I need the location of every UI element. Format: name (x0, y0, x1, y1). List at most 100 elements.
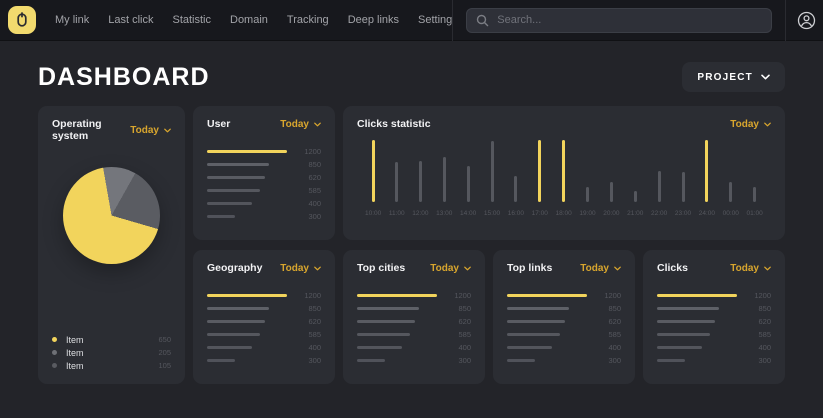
bar-value: 400 (593, 343, 621, 352)
top-links-bar-chart: 1200 850 620 585 400 300 (507, 291, 621, 364)
bar (657, 359, 685, 362)
bar (207, 294, 287, 297)
bar-row: 400 (207, 199, 321, 207)
bar (467, 166, 470, 202)
chevron-down-icon (764, 266, 771, 271)
bar (357, 346, 402, 349)
bar-value: 300 (293, 212, 321, 221)
bar-value: 585 (443, 330, 471, 339)
bar-row: 300 (207, 356, 321, 364)
bar (658, 171, 661, 202)
bar (507, 333, 560, 336)
card-title: Clicks statistic (357, 118, 431, 130)
main-menu: My link Last click Statistic Domain Tracking… (55, 14, 452, 26)
time-label: 20:00 (603, 210, 619, 217)
bar-value: 850 (593, 304, 621, 313)
bar-row: 620 (507, 317, 621, 325)
time-label: 17:00 (532, 210, 548, 217)
menu-item[interactable]: My link (55, 14, 89, 26)
bar-value: 1200 (443, 291, 471, 300)
time-label: 16:00 (508, 210, 524, 217)
card-title: Top cities (357, 262, 405, 274)
bar-row: 400 (657, 343, 771, 351)
chart-column: 16:00 (508, 140, 524, 217)
menu-item[interactable]: Statistic (172, 14, 211, 26)
bar (657, 346, 702, 349)
search-box (466, 8, 772, 33)
dashboard-page: DASHBOARD PROJECT Operating system Today (0, 62, 823, 384)
bar-value: 620 (293, 317, 321, 326)
bar (562, 140, 565, 202)
chart-column: 23:00 (675, 140, 691, 217)
topbar-divider (452, 0, 453, 41)
card-top-cities: Top cities Today 1200 850 620 (343, 250, 485, 384)
chart-column: 12:00 (412, 140, 428, 217)
today-filter-dropdown[interactable]: Today (280, 263, 321, 274)
search-icon (476, 14, 489, 27)
menu-item[interactable]: Setting (418, 14, 452, 26)
bar-row: 585 (657, 330, 771, 338)
bar (357, 294, 437, 297)
today-filter-dropdown[interactable]: Today (130, 125, 171, 136)
operating-system-pie-chart (63, 167, 160, 264)
legend-value: 205 (158, 348, 171, 357)
time-label: 21:00 (627, 210, 643, 217)
time-label: 00:00 (723, 210, 739, 217)
today-filter-dropdown[interactable]: Today (280, 119, 321, 130)
chart-column: 19:00 (579, 140, 595, 217)
bar-value: 400 (293, 199, 321, 208)
bar (538, 140, 541, 202)
legend-dot (52, 337, 57, 342)
bar-value: 585 (293, 330, 321, 339)
clicks-bar-chart: 1200 850 620 585 400 300 (657, 291, 771, 364)
project-dropdown-button[interactable]: PROJECT (682, 62, 785, 92)
bar (657, 320, 715, 323)
card-title: Geography (207, 262, 262, 274)
bar-row: 1200 (507, 291, 621, 299)
bar-value: 585 (593, 330, 621, 339)
bar-row: 620 (207, 173, 321, 181)
bar (207, 163, 269, 166)
bar-row: 620 (657, 317, 771, 325)
bar (419, 161, 422, 202)
bar (491, 141, 494, 202)
bar (753, 187, 756, 202)
menu-item[interactable]: Domain (230, 14, 268, 26)
page-title: DASHBOARD (38, 63, 210, 92)
bar-value: 300 (293, 356, 321, 365)
menu-item[interactable]: Tracking (287, 14, 329, 26)
time-label: 01:00 (747, 210, 763, 217)
today-filter-dropdown[interactable]: Today (730, 119, 771, 130)
bar-row: 585 (507, 330, 621, 338)
chart-column: 24:00 (699, 140, 715, 217)
bar (207, 202, 252, 205)
menu-item[interactable]: Last click (108, 14, 153, 26)
page-header: DASHBOARD PROJECT (38, 62, 785, 92)
menu-item[interactable]: Deep links (348, 14, 399, 26)
today-filter-dropdown[interactable]: Today (430, 263, 471, 274)
legend-label: Item (66, 348, 84, 358)
bar (657, 294, 737, 297)
account-button[interactable] (786, 0, 823, 41)
bar (207, 320, 265, 323)
card-clicks-statistic: Clicks statistic Today 10:00 11:00 12:00 (343, 106, 785, 240)
today-filter-dropdown[interactable]: Today (730, 263, 771, 274)
card-user: User Today 1200 850 620 (193, 106, 335, 240)
chevron-down-icon (764, 122, 771, 127)
bar (705, 140, 708, 202)
bar-value: 620 (293, 173, 321, 182)
bar (207, 215, 235, 218)
legend-dot (52, 350, 57, 355)
bar (207, 307, 269, 310)
app-logo[interactable] (8, 6, 36, 34)
bar-row: 585 (207, 330, 321, 338)
search-input[interactable] (466, 8, 772, 33)
chart-column: 17:00 (532, 140, 548, 217)
today-filter-dropdown[interactable]: Today (580, 263, 621, 274)
bar-row: 400 (507, 343, 621, 351)
legend-item: Item 105 (52, 361, 171, 370)
bar (507, 346, 552, 349)
bar (357, 307, 419, 310)
bar (372, 140, 375, 202)
bar (357, 320, 415, 323)
